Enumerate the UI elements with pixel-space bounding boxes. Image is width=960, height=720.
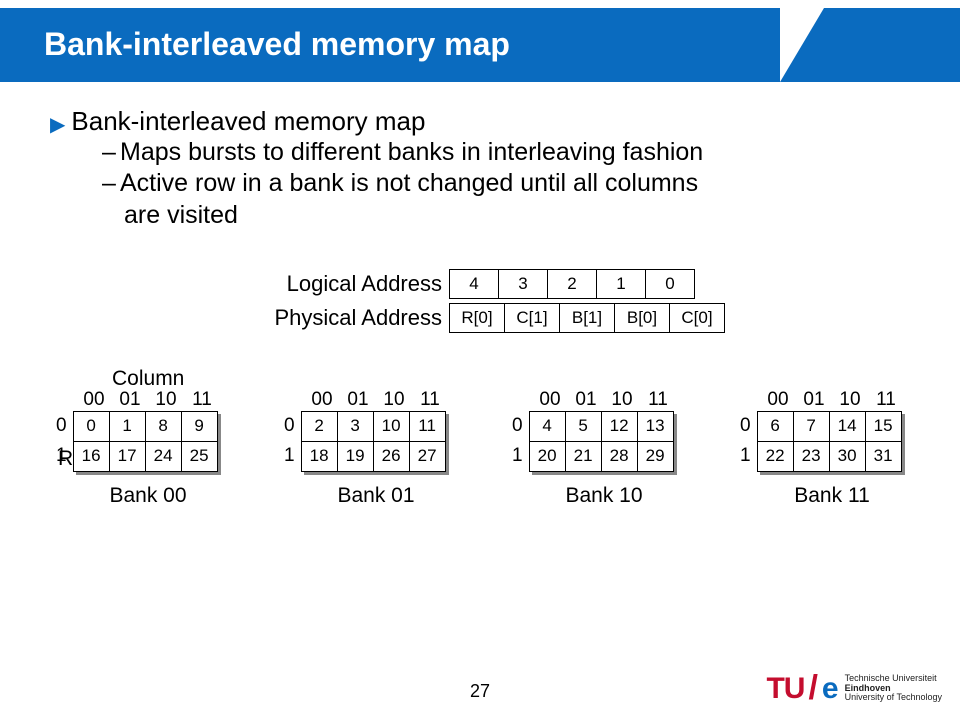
bank-cell: 6 — [757, 411, 793, 441]
logical-bit-cell: 2 — [547, 269, 597, 299]
bank-cell: 0 — [73, 411, 109, 441]
column-header: 00 — [760, 389, 796, 411]
physical-bit-cell: B[0] — [614, 303, 670, 333]
bank-cell: 3 — [337, 411, 373, 441]
row-header: 1 — [740, 441, 757, 471]
column-header: 11 — [412, 389, 448, 411]
bank-label: Bank 11 — [760, 484, 904, 508]
title-bg: Bank-interleaved memory map — [0, 8, 780, 82]
bank-cell: 1 — [109, 411, 145, 441]
bank-cell: 31 — [865, 441, 901, 471]
bank-cell: 13 — [637, 411, 673, 441]
row-header: 0 — [284, 411, 301, 441]
sub-bullet-2: –Active row in a bank is not changed unt… — [102, 168, 910, 199]
logo-tu: TU — [766, 672, 804, 706]
bank-cell: 7 — [793, 411, 829, 441]
column-header: 00 — [304, 389, 340, 411]
column-header: 10 — [376, 389, 412, 411]
bank-table: 000110110167141522233031Bank 11 — [740, 389, 904, 508]
slide-title: Bank-interleaved memory map — [0, 8, 780, 63]
column-header: 10 — [148, 389, 184, 411]
row-header: 0 — [740, 411, 757, 441]
column-header: 00 — [76, 389, 112, 411]
triangle-icon: ▶ — [50, 106, 65, 137]
bank-cell: 11 — [409, 411, 445, 441]
bank-table: 000110110123101118192627Bank 01 — [284, 389, 448, 508]
logo-e: e — [822, 672, 839, 706]
row-header: 1 — [512, 441, 529, 471]
logical-bit-cell: 4 — [449, 269, 499, 299]
bank-cell: 5 — [565, 411, 601, 441]
physical-bit-cell: C[0] — [669, 303, 725, 333]
bank-cell: 12 — [601, 411, 637, 441]
bank-cell: 25 — [181, 441, 217, 471]
logo-slash-icon: / — [808, 669, 817, 708]
column-header: 10 — [832, 389, 868, 411]
physical-bit-cell: C[1] — [504, 303, 560, 333]
logical-label: Logical Address — [250, 271, 450, 297]
bank-table: 0001101101018916172425Bank 00 — [56, 389, 220, 508]
row-header: 0 — [512, 411, 529, 441]
bank-cell: 22 — [757, 441, 793, 471]
column-header: 01 — [796, 389, 832, 411]
column-axis-label: Column — [112, 367, 184, 391]
diagram: Logical Address 43210 Physical Address R… — [50, 269, 910, 609]
bullet-main: ▶ Bank-interleaved memory map — [50, 106, 910, 137]
bank-cell: 29 — [637, 441, 673, 471]
bank-cell: 18 — [301, 441, 337, 471]
physical-bit-cell: B[1] — [559, 303, 615, 333]
logical-address-row: Logical Address 43210 — [250, 269, 725, 299]
bullet-text: Bank-interleaved memory map — [71, 106, 425, 137]
column-header: 01 — [568, 389, 604, 411]
logical-bit-cell: 0 — [645, 269, 695, 299]
banks-area: 0001101101018916172425Bank 0000011011012… — [56, 389, 904, 508]
university-logo: TU/e Technische Universiteit Eindhoven U… — [766, 669, 942, 708]
row-header: 1 — [284, 441, 301, 471]
column-header: 11 — [184, 389, 220, 411]
bank-cell: 26 — [373, 441, 409, 471]
title-bar: Bank-interleaved memory map — [0, 0, 960, 90]
bank-cell: 10 — [373, 411, 409, 441]
bank-cell: 27 — [409, 441, 445, 471]
column-header: 10 — [604, 389, 640, 411]
sub-bullet-2-cont: are visited — [102, 200, 910, 231]
logical-bit-cell: 1 — [596, 269, 646, 299]
bank-cell: 23 — [793, 441, 829, 471]
bank-table: 000110110145121320212829Bank 10 — [512, 389, 676, 508]
physical-bit-cell: R[0] — [449, 303, 505, 333]
bank-cell: 4 — [529, 411, 565, 441]
bank-label: Bank 10 — [532, 484, 676, 508]
column-header: 11 — [868, 389, 904, 411]
bank-cell: 21 — [565, 441, 601, 471]
bank-cell: 15 — [865, 411, 901, 441]
sub-bullet-1: –Maps bursts to different banks in inter… — [102, 137, 910, 168]
logical-bit-cell: 3 — [498, 269, 548, 299]
logo-text: Technische Universiteit Eindhoven Univer… — [845, 674, 942, 704]
bank-label: Bank 01 — [304, 484, 448, 508]
bank-cell: 8 — [145, 411, 181, 441]
row-header: 0 — [56, 411, 73, 441]
bank-cell: 19 — [337, 441, 373, 471]
column-header: 01 — [340, 389, 376, 411]
column-header: 11 — [640, 389, 676, 411]
bank-cell: 2 — [301, 411, 337, 441]
bank-cell: 14 — [829, 411, 865, 441]
bank-cell: 30 — [829, 441, 865, 471]
column-header: 01 — [112, 389, 148, 411]
content: ▶ Bank-interleaved memory map –Maps burs… — [0, 90, 960, 609]
address-block: Logical Address 43210 Physical Address R… — [250, 269, 725, 337]
column-header: 00 — [532, 389, 568, 411]
bank-cell: 20 — [529, 441, 565, 471]
bank-label: Bank 00 — [76, 484, 220, 508]
title-wedge — [780, 8, 824, 82]
bank-cell: 24 — [145, 441, 181, 471]
bank-cell: 28 — [601, 441, 637, 471]
physical-address-row: Physical Address R[0]C[1]B[1]B[0]C[0] — [250, 303, 725, 333]
row-header: 1 — [56, 441, 73, 471]
bank-cell: 9 — [181, 411, 217, 441]
physical-label: Physical Address — [250, 305, 450, 331]
bank-cell: 17 — [109, 441, 145, 471]
bank-cell: 16 — [73, 441, 109, 471]
